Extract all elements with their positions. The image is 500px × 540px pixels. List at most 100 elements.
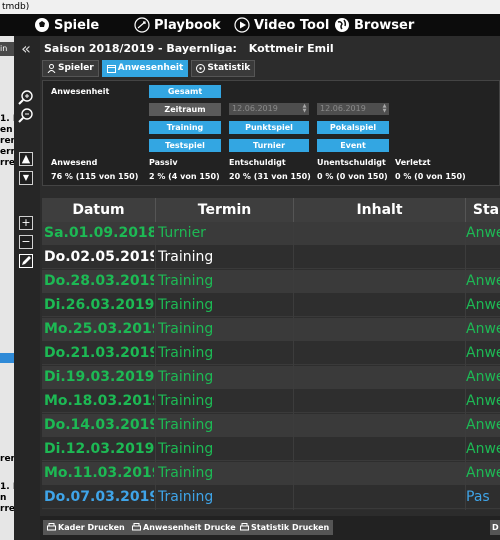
table-row[interactable]: Di.12.03.2019Training Anwe xyxy=(42,438,500,461)
tab-spieler-label: Spieler xyxy=(58,63,94,73)
filter-panel: Anwesenheit Gesamt Zeitraum 12.06.2019 ▲… xyxy=(42,80,500,186)
zeitraum-button[interactable]: Zeitraum xyxy=(149,103,221,116)
tab-statistik[interactable]: Statistik xyxy=(191,60,256,77)
date-cell: Mo.25.03.2019 xyxy=(44,321,154,337)
calendar-icon xyxy=(106,65,116,73)
status-cell: Anwe xyxy=(466,225,500,241)
anwesenheit-drucken-button[interactable]: Anwesenheit Drucken xyxy=(128,520,246,535)
inhalt-cell xyxy=(294,294,464,317)
zoom-out-icon[interactable] xyxy=(18,107,34,123)
left-text: rre xyxy=(0,504,14,514)
status-cell: Anwe xyxy=(466,393,500,409)
left-text: rre xyxy=(0,158,14,168)
column-divider xyxy=(293,222,294,510)
date-to-field[interactable]: 12.06.2019 ▲ ▼ xyxy=(317,103,389,115)
date-cell: Do.28.03.2019 xyxy=(44,273,154,289)
printer-icon xyxy=(240,523,249,531)
date-cell: Do.14.03.2019 xyxy=(44,417,154,433)
tab-anwesenheit[interactable]: Anwesenheit xyxy=(101,60,189,77)
training-filter-button[interactable]: Training xyxy=(149,121,221,134)
move-up-button[interactable]: ▲ xyxy=(19,152,33,166)
table-row[interactable]: Do.02.05.2019 Training xyxy=(42,246,500,269)
left-panel-button[interactable]: in xyxy=(0,42,14,56)
sub-tabs: Spieler Anwesenheit Statistik xyxy=(42,60,256,77)
play-icon xyxy=(234,17,250,33)
edit-icon[interactable] xyxy=(18,253,34,269)
table-row[interactable]: Sa.01.09.2018Turnier Anwe xyxy=(42,222,500,245)
statistik-drucken-label: Statistik Drucken xyxy=(251,523,330,532)
collapse-chevron-icon[interactable]: « xyxy=(15,41,37,57)
pokalspiel-filter-button[interactable]: Pokalspiel xyxy=(317,121,389,134)
date-cell: Do.07.03.2019 xyxy=(44,489,154,505)
date-cell: Do.21.03.2019 xyxy=(44,345,154,361)
remove-button[interactable]: − xyxy=(19,235,33,249)
date-cell: Di.12.03.2019 xyxy=(44,441,154,457)
table-row[interactable]: Do.21.03.2019Training Anwe xyxy=(42,342,500,365)
left-selection-marker xyxy=(0,353,14,363)
date-cell: Sa.01.09.2018 xyxy=(44,225,154,241)
column-header-datum[interactable]: Datum xyxy=(42,198,156,222)
table-row[interactable]: Di.19.03.2019Training Anwe xyxy=(42,366,500,389)
add-button[interactable]: + xyxy=(19,216,33,230)
table-row[interactable]: Do.28.03.2019Training Anwe xyxy=(42,270,500,293)
printer-icon xyxy=(132,523,141,531)
turnier-filter-button[interactable]: Turnier xyxy=(229,139,309,152)
zoom-in-icon[interactable] xyxy=(18,89,34,105)
globe-icon xyxy=(335,18,349,32)
person-icon xyxy=(47,64,56,73)
move-down-button[interactable]: ▼ xyxy=(19,171,33,185)
tab-video-tool[interactable]: Video Tool xyxy=(234,15,329,35)
date-from-field[interactable]: 12.06.2019 ▲ ▼ xyxy=(229,103,309,115)
date-from-spinner[interactable]: ▲ ▼ xyxy=(301,104,308,114)
stat-header-passiv: Passiv xyxy=(149,158,178,167)
left-text: en xyxy=(0,125,13,135)
table-row[interactable]: Mo.25.03.2019Training Anwe xyxy=(42,318,500,341)
printer-icon xyxy=(47,523,56,531)
stat-header-anwesend: Anwesend xyxy=(51,158,98,167)
termin-cell: Training xyxy=(158,441,214,457)
filter-label: Anwesenheit xyxy=(51,87,110,96)
kader-drucken-label: Kader Drucken xyxy=(58,523,125,532)
tab-playbook[interactable]: Playbook xyxy=(134,15,221,35)
inhalt-cell xyxy=(294,246,464,269)
testspiel-filter-button[interactable]: Testspiel xyxy=(149,139,221,152)
kader-drucken-button[interactable]: Kader Drucken xyxy=(43,520,129,535)
tab-spieler[interactable]: Spieler xyxy=(42,60,99,77)
event-filter-button[interactable]: Event xyxy=(317,139,389,152)
date-cell: Di.26.03.2019 xyxy=(44,297,154,313)
top-navigation: Spiele Playbook Video Tool Browser xyxy=(0,14,500,36)
stat-value-verletzt: 0 % (0 von 150) xyxy=(395,172,466,181)
termin-cell: Training xyxy=(158,393,214,409)
table-row[interactable]: Mo.18.03.2019Training Anwe xyxy=(42,390,500,413)
column-header-termin[interactable]: Termin xyxy=(156,198,294,222)
tab-playbook-label: Playbook xyxy=(154,17,221,33)
inhalt-cell xyxy=(294,390,464,413)
termin-cell: Training xyxy=(158,297,214,313)
punktspiel-filter-button[interactable]: Punktspiel xyxy=(229,121,309,134)
tab-browser[interactable]: Browser xyxy=(334,15,414,35)
status-cell: Anwe xyxy=(466,417,500,433)
footer-right-button[interactable]: D xyxy=(490,520,500,535)
column-header-status[interactable]: Sta xyxy=(466,198,500,222)
anwesenheit-drucken-label: Anwesenheit Drucken xyxy=(143,523,242,532)
status-cell: Pas xyxy=(466,489,490,505)
statistik-drucken-button[interactable]: Statistik Drucken xyxy=(236,520,334,535)
table-row[interactable]: Mo.11.03.2019Training Anwe xyxy=(42,462,500,485)
termin-cell: Training xyxy=(158,369,214,385)
table-row[interactable]: Di.26.03.2019Training Anwe xyxy=(42,294,500,317)
tab-spiele[interactable]: Spiele xyxy=(34,15,99,35)
left-text: 1. I xyxy=(0,482,14,492)
table-row[interactable]: Do.14.03.2019Training Anwe xyxy=(42,414,500,437)
date-to-spinner[interactable]: ▲ ▼ xyxy=(381,104,388,114)
left-text: ren xyxy=(0,136,14,146)
playbook-icon xyxy=(134,17,150,33)
column-header-inhalt[interactable]: Inhalt xyxy=(294,198,466,222)
page-title: Saison 2018/2019 - Bayernliga: Kottmeir … xyxy=(44,42,334,55)
column-divider xyxy=(465,222,466,510)
window-title: tmdb) xyxy=(0,0,500,14)
soccer-ball-icon xyxy=(35,18,49,32)
gesamt-button[interactable]: Gesamt xyxy=(149,85,221,98)
inhalt-cell xyxy=(294,438,464,461)
table-row[interactable]: Do.07.03.2019 Training Pas xyxy=(42,486,500,509)
termin-cell: Training xyxy=(158,249,214,265)
